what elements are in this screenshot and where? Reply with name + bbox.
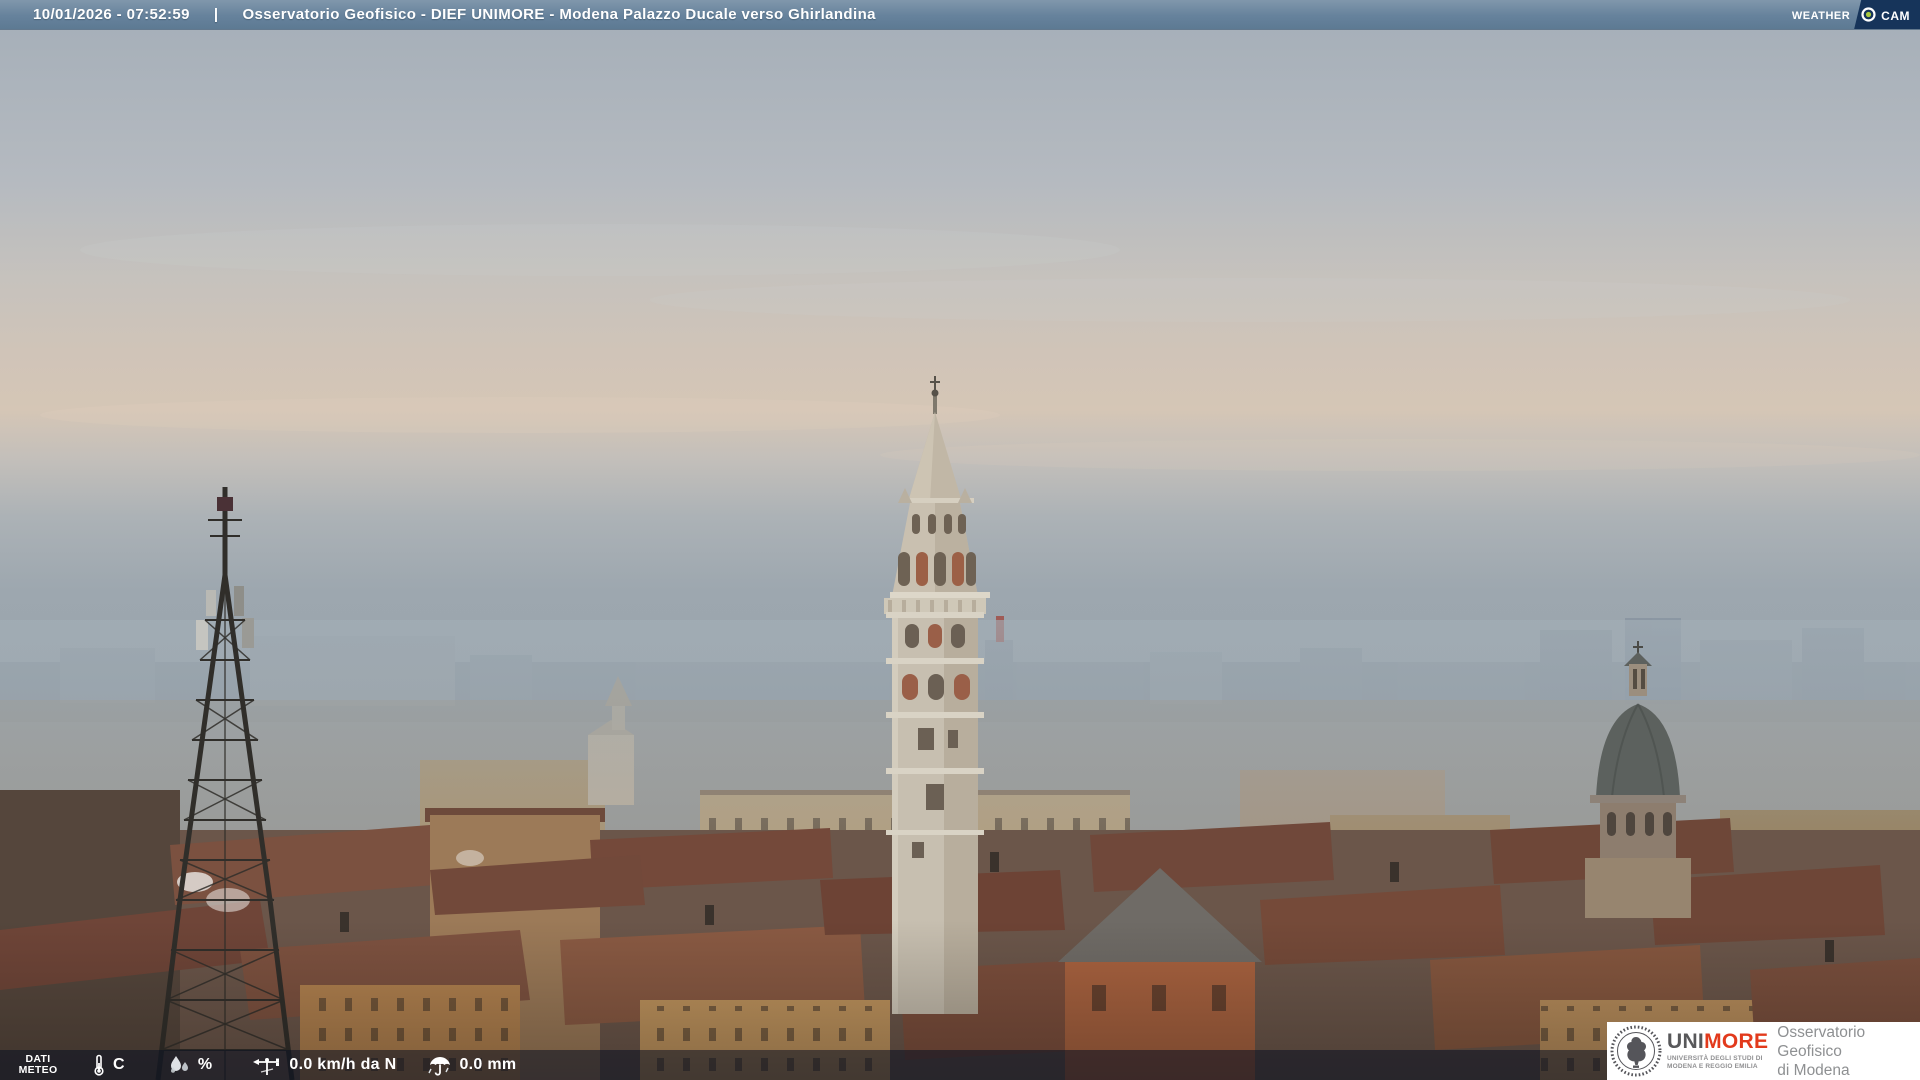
rain-value: 0.0 mm xyxy=(459,1056,517,1073)
unimore-subtitle: UNIVERSITÀ DEGLI STUDI DI MODENA E REGGI… xyxy=(1667,1055,1768,1071)
unimore-wordmark: UNIMORE xyxy=(1667,1031,1768,1053)
observatory-name-line2: di Modena xyxy=(1777,1061,1850,1079)
top-info-bar: 10/01/2026 - 07:52:59 | Osservatorio Geo… xyxy=(0,0,1920,30)
thermometer-icon xyxy=(94,1054,104,1076)
weathercam-logo: Weather Cam xyxy=(1792,0,1920,29)
meteo-label: DATI METEO xyxy=(14,1054,62,1076)
timestamp: 10/01/2026 - 07:52:59 xyxy=(33,6,190,23)
camera-lens-icon xyxy=(1861,7,1876,22)
camera-title: Osservatorio Geofisico - DIEF UNIMORE - … xyxy=(242,6,876,23)
unimore-subtitle-line1: UNIVERSITÀ DEGLI STUDI DI xyxy=(1667,1055,1763,1062)
weathercam-cam-text: Cam xyxy=(1881,4,1910,24)
wind-reading: 0.0 km/h da N xyxy=(252,1054,396,1076)
umbrella-rain-icon xyxy=(428,1057,451,1076)
unimore-more-text: MORE xyxy=(1704,1030,1769,1053)
weathercam-weather-text: Weather xyxy=(1791,5,1851,23)
humidity-reading: % xyxy=(167,1054,213,1076)
weathercam-cam-box: Cam xyxy=(1854,0,1920,29)
city-photo xyxy=(0,0,1920,1080)
wind-vane-icon xyxy=(253,1058,280,1075)
wind-value: 0.0 km/h da N xyxy=(289,1056,397,1073)
unimore-uni-text: UNI xyxy=(1667,1030,1705,1053)
meteo-label-line2: METEO xyxy=(18,1064,58,1076)
temperature-reading: C xyxy=(92,1054,125,1076)
separator: | xyxy=(213,6,219,23)
temperature-value: C xyxy=(113,1056,125,1073)
humidity-drops-icon xyxy=(170,1056,188,1073)
webcam-page: 10/01/2026 - 07:52:59 | Osservatorio Geo… xyxy=(0,0,1920,1080)
humidity-value: % xyxy=(197,1056,213,1073)
observatory-name-line1: Osservatorio Geofisico xyxy=(1777,1023,1866,1060)
rain-reading: 0.0 mm xyxy=(428,1054,516,1076)
unimore-wordmark-block: UNIMORE UNIVERSITÀ DEGLI STUDI DI MODENA… xyxy=(1667,1031,1768,1071)
unimore-seal-icon xyxy=(1610,1025,1662,1077)
observatory-name: Osservatorio Geofisico di Modena xyxy=(1777,1023,1920,1080)
unimore-logo-box: UNIMORE UNIVERSITÀ DEGLI STUDI DI MODENA… xyxy=(1607,1022,1920,1080)
unimore-subtitle-line2: MODENA E REGGIO EMILIA xyxy=(1667,1063,1758,1070)
